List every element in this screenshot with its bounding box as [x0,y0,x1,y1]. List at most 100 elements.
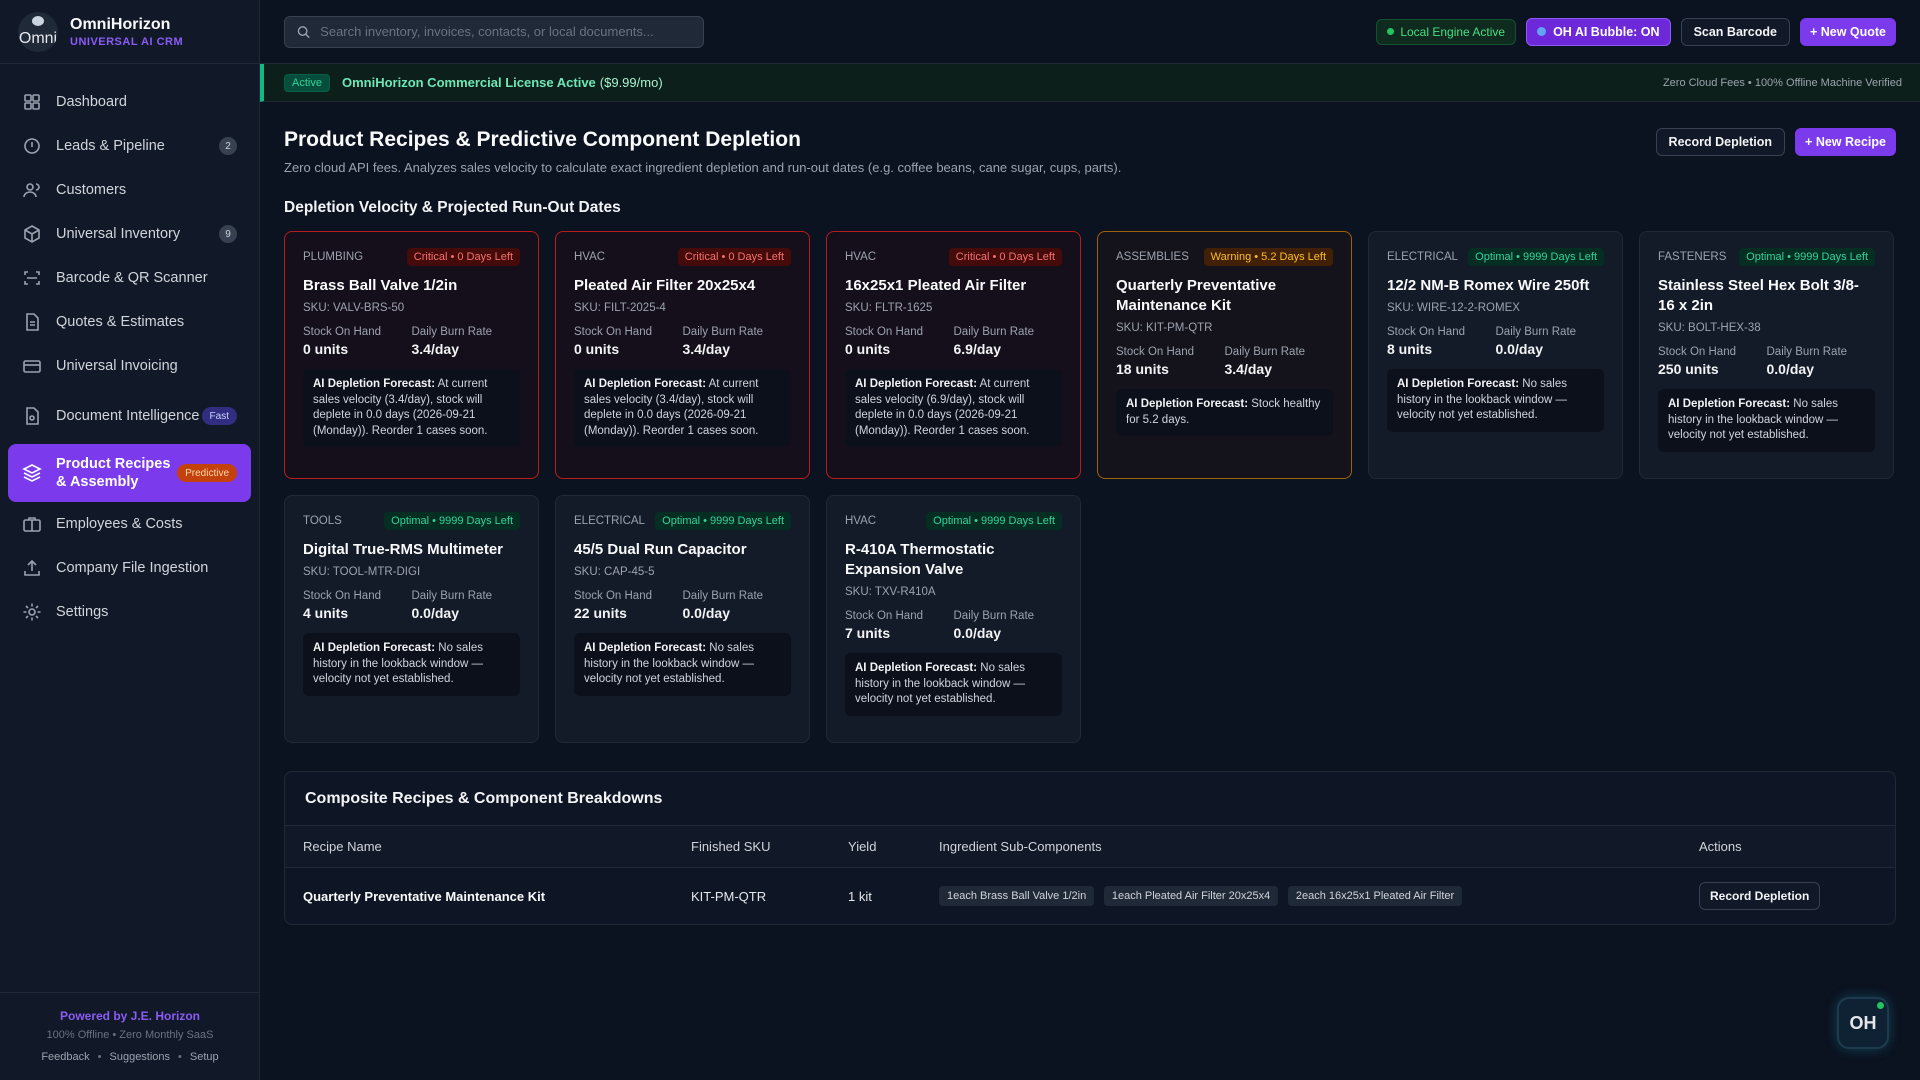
stock-stat: Stock On Hand 250 units [1658,346,1767,377]
sidebar-item-quotes[interactable]: Quotes & Estimates [8,300,251,344]
forecast-label: AI Depletion Forecast: [313,378,436,390]
depletion-card[interactable]: PLUMBING Critical • 0 Days Left Brass Ba… [284,231,539,479]
license-status-badge: Active [284,73,330,92]
sidebar-item-label: Customers [56,182,127,198]
burn-value: 6.9/day [953,341,1001,357]
product-sku: SKU: FLTR-1625 [845,302,933,314]
sidebar-item-label: Dashboard [56,94,127,110]
depletion-card[interactable]: ELECTRICAL Optimal • 9999 Days Left 45/5… [555,495,810,743]
stat-label: Daily Burn Rate [1224,346,1306,358]
new-recipe-button[interactable]: + New Recipe [1795,128,1896,156]
stat-label: Daily Burn Rate [953,326,1035,338]
stock-stat: Stock On Hand 8 units [1387,326,1496,357]
sidebar-item-file-ingestion[interactable]: Company File Ingestion [8,546,251,590]
product-sku: SKU: TOOL-MTR-DIGI [303,566,421,578]
product-name: R-410A Thermostatic Expansion Valve [845,541,995,578]
feedback-link[interactable]: Feedback [41,1051,89,1063]
burn-stat: Daily Burn Rate 0.0/day [1767,346,1876,377]
pipeline-icon [24,138,40,154]
burn-value: 0.0/day [411,605,459,621]
row-record-depletion-button[interactable]: Record Depletion [1699,882,1821,910]
card-category: HVAC [845,251,877,263]
depletion-card[interactable]: HVAC Critical • 0 Days Left Pleated Air … [555,231,810,479]
stat-label: Stock On Hand [574,590,652,602]
page-header: Product Recipes & Predictive Component D… [284,102,1896,175]
card-header: FASTENERS Optimal • 9999 Days Left [1658,248,1875,266]
search-input[interactable] [320,24,691,39]
card-category: ASSEMBLIES [1116,251,1189,263]
product-name: 16x25x1 Pleated Air Filter [845,277,1027,294]
depletion-card[interactable]: HVAC Critical • 0 Days Left 16x25x1 Plea… [826,231,1081,479]
component-chip: 2each 16x25x1 Pleated Air Filter [1287,886,1463,906]
page-title: Product Recipes & Predictive Component D… [284,128,801,151]
card-header: TOOLS Optimal • 9999 Days Left [303,512,520,530]
sub-components: 1each Brass Ball Valve 1/2in 1each Pleat… [939,886,1699,906]
ai-bubble-toggle[interactable]: OH AI Bubble: ON [1526,17,1671,46]
suggestions-link[interactable]: Suggestions [110,1051,171,1063]
product-sku: SKU: CAP-45-5 [574,566,655,578]
status-badge: Optimal • 9999 Days Left [655,512,791,530]
online-dot-icon [1877,1002,1884,1009]
sidebar-item-inventory[interactable]: Universal Inventory 9 [8,212,251,256]
new-quote-button[interactable]: + New Quote [1799,17,1896,46]
sidebar-item-scanner[interactable]: Barcode & QR Scanner [8,256,251,300]
recipes-title: Composite Recipes & Component Breakdowns [285,772,1895,826]
card-category: FASTENERS [1658,251,1727,263]
status-badge: Optimal • 9999 Days Left [1468,248,1604,266]
forecast-label: AI Depletion Forecast: [855,378,978,390]
burn-value: 0.0/day [1495,341,1543,357]
card-stats: Stock On Hand 22 units Daily Burn Rate 0… [574,590,791,621]
sidebar-item-label: Quotes & Estimates [56,314,185,330]
sidebar-nav: Dashboard Leads & Pipeline 2 Customers U… [0,64,259,634]
sidebar-item-employees[interactable]: Employees & Costs [8,502,251,546]
depletion-card[interactable]: FASTENERS Optimal • 9999 Days Left Stain… [1639,231,1894,479]
burn-value: 0.0/day [953,625,1001,641]
sidebar-item-dashboard[interactable]: Dashboard [8,80,251,124]
card-stats: Stock On Hand 18 units Daily Burn Rate 3… [1116,346,1333,377]
ai-forecast: AI Depletion Forecast: No sales history … [1658,389,1875,452]
setup-link[interactable]: Setup [190,1051,219,1063]
sidebar-item-settings[interactable]: Settings [8,590,251,634]
table-row[interactable]: Quarterly Preventative Maintenance Kit K… [285,868,1895,924]
stock-value: 7 units [845,625,891,641]
sidebar-item-customers[interactable]: Customers [8,168,251,212]
brand-name: OmniHorizon [70,15,171,33]
card-header: ELECTRICAL Optimal • 9999 Days Left [1387,248,1604,266]
depletion-card[interactable]: HVAC Optimal • 9999 Days Left R-410A The… [826,495,1081,743]
product-name: Digital True-RMS Multimeter [303,541,504,558]
ai-forecast: AI Depletion Forecast: At current sales … [303,369,520,447]
depletion-card[interactable]: ELECTRICAL Optimal • 9999 Days Left 12/2… [1368,231,1623,479]
record-depletion-button[interactable]: Record Depletion [1655,128,1786,156]
card-stats: Stock On Hand 0 units Daily Burn Rate 3.… [574,326,791,357]
product-sku: SKU: TXV-R410A [845,586,936,598]
sidebar-item-invoicing[interactable]: Universal Invoicing [8,344,251,388]
stock-value: 8 units [1387,341,1433,357]
search-box[interactable] [284,15,704,48]
sidebar-item-label: Settings [56,604,109,620]
license-title: OmniHorizon Commercial License Active [341,75,596,90]
gear-icon [23,603,41,621]
topbar: Local Engine Active OH AI Bubble: ON Sca… [260,0,1920,64]
engine-status: Local Engine Active [1376,18,1517,45]
sidebar-item-document-intelligence[interactable]: Document Intelligence Fast [8,388,251,444]
oh-ai-bubble[interactable]: OH [1837,997,1889,1049]
sidebar-item-leads[interactable]: Leads & Pipeline 2 [8,124,251,168]
upload-icon [24,559,40,576]
section-title: Depletion Velocity & Projected Run-Out D… [284,199,621,216]
scan-barcode-button[interactable]: Scan Barcode [1680,17,1790,46]
burn-stat: Daily Burn Rate 0.0/day [954,610,1063,641]
brand: Omni OmniHorizon UNIVERSAL AI CRM [0,0,259,64]
depletion-card[interactable]: TOOLS Optimal • 9999 Days Left Digital T… [284,495,539,743]
sidebar-item-product-recipes[interactable]: Product Recipes & Assembly Predictive [8,444,251,502]
sidebar-item-label: Document Intelligence [56,408,200,424]
stat-label: Daily Burn Rate [1766,346,1848,358]
license-price: ($9.99/mo) [599,75,663,90]
predictive-badge: Predictive [177,464,237,482]
sidebar-item-label: Leads & Pipeline [56,138,165,154]
card-header: ELECTRICAL Optimal • 9999 Days Left [574,512,791,530]
component-chip: 1each Pleated Air Filter 20x25x4 [1103,886,1279,906]
product-sku: SKU: WIRE-12-2-ROMEX [1387,302,1520,314]
burn-stat: Daily Burn Rate 6.9/day [954,326,1063,357]
depletion-card[interactable]: ASSEMBLIES Warning • 5.2 Days Left Quart… [1097,231,1352,479]
sidebar-item-label: Product Recipes & Assembly [56,456,171,490]
